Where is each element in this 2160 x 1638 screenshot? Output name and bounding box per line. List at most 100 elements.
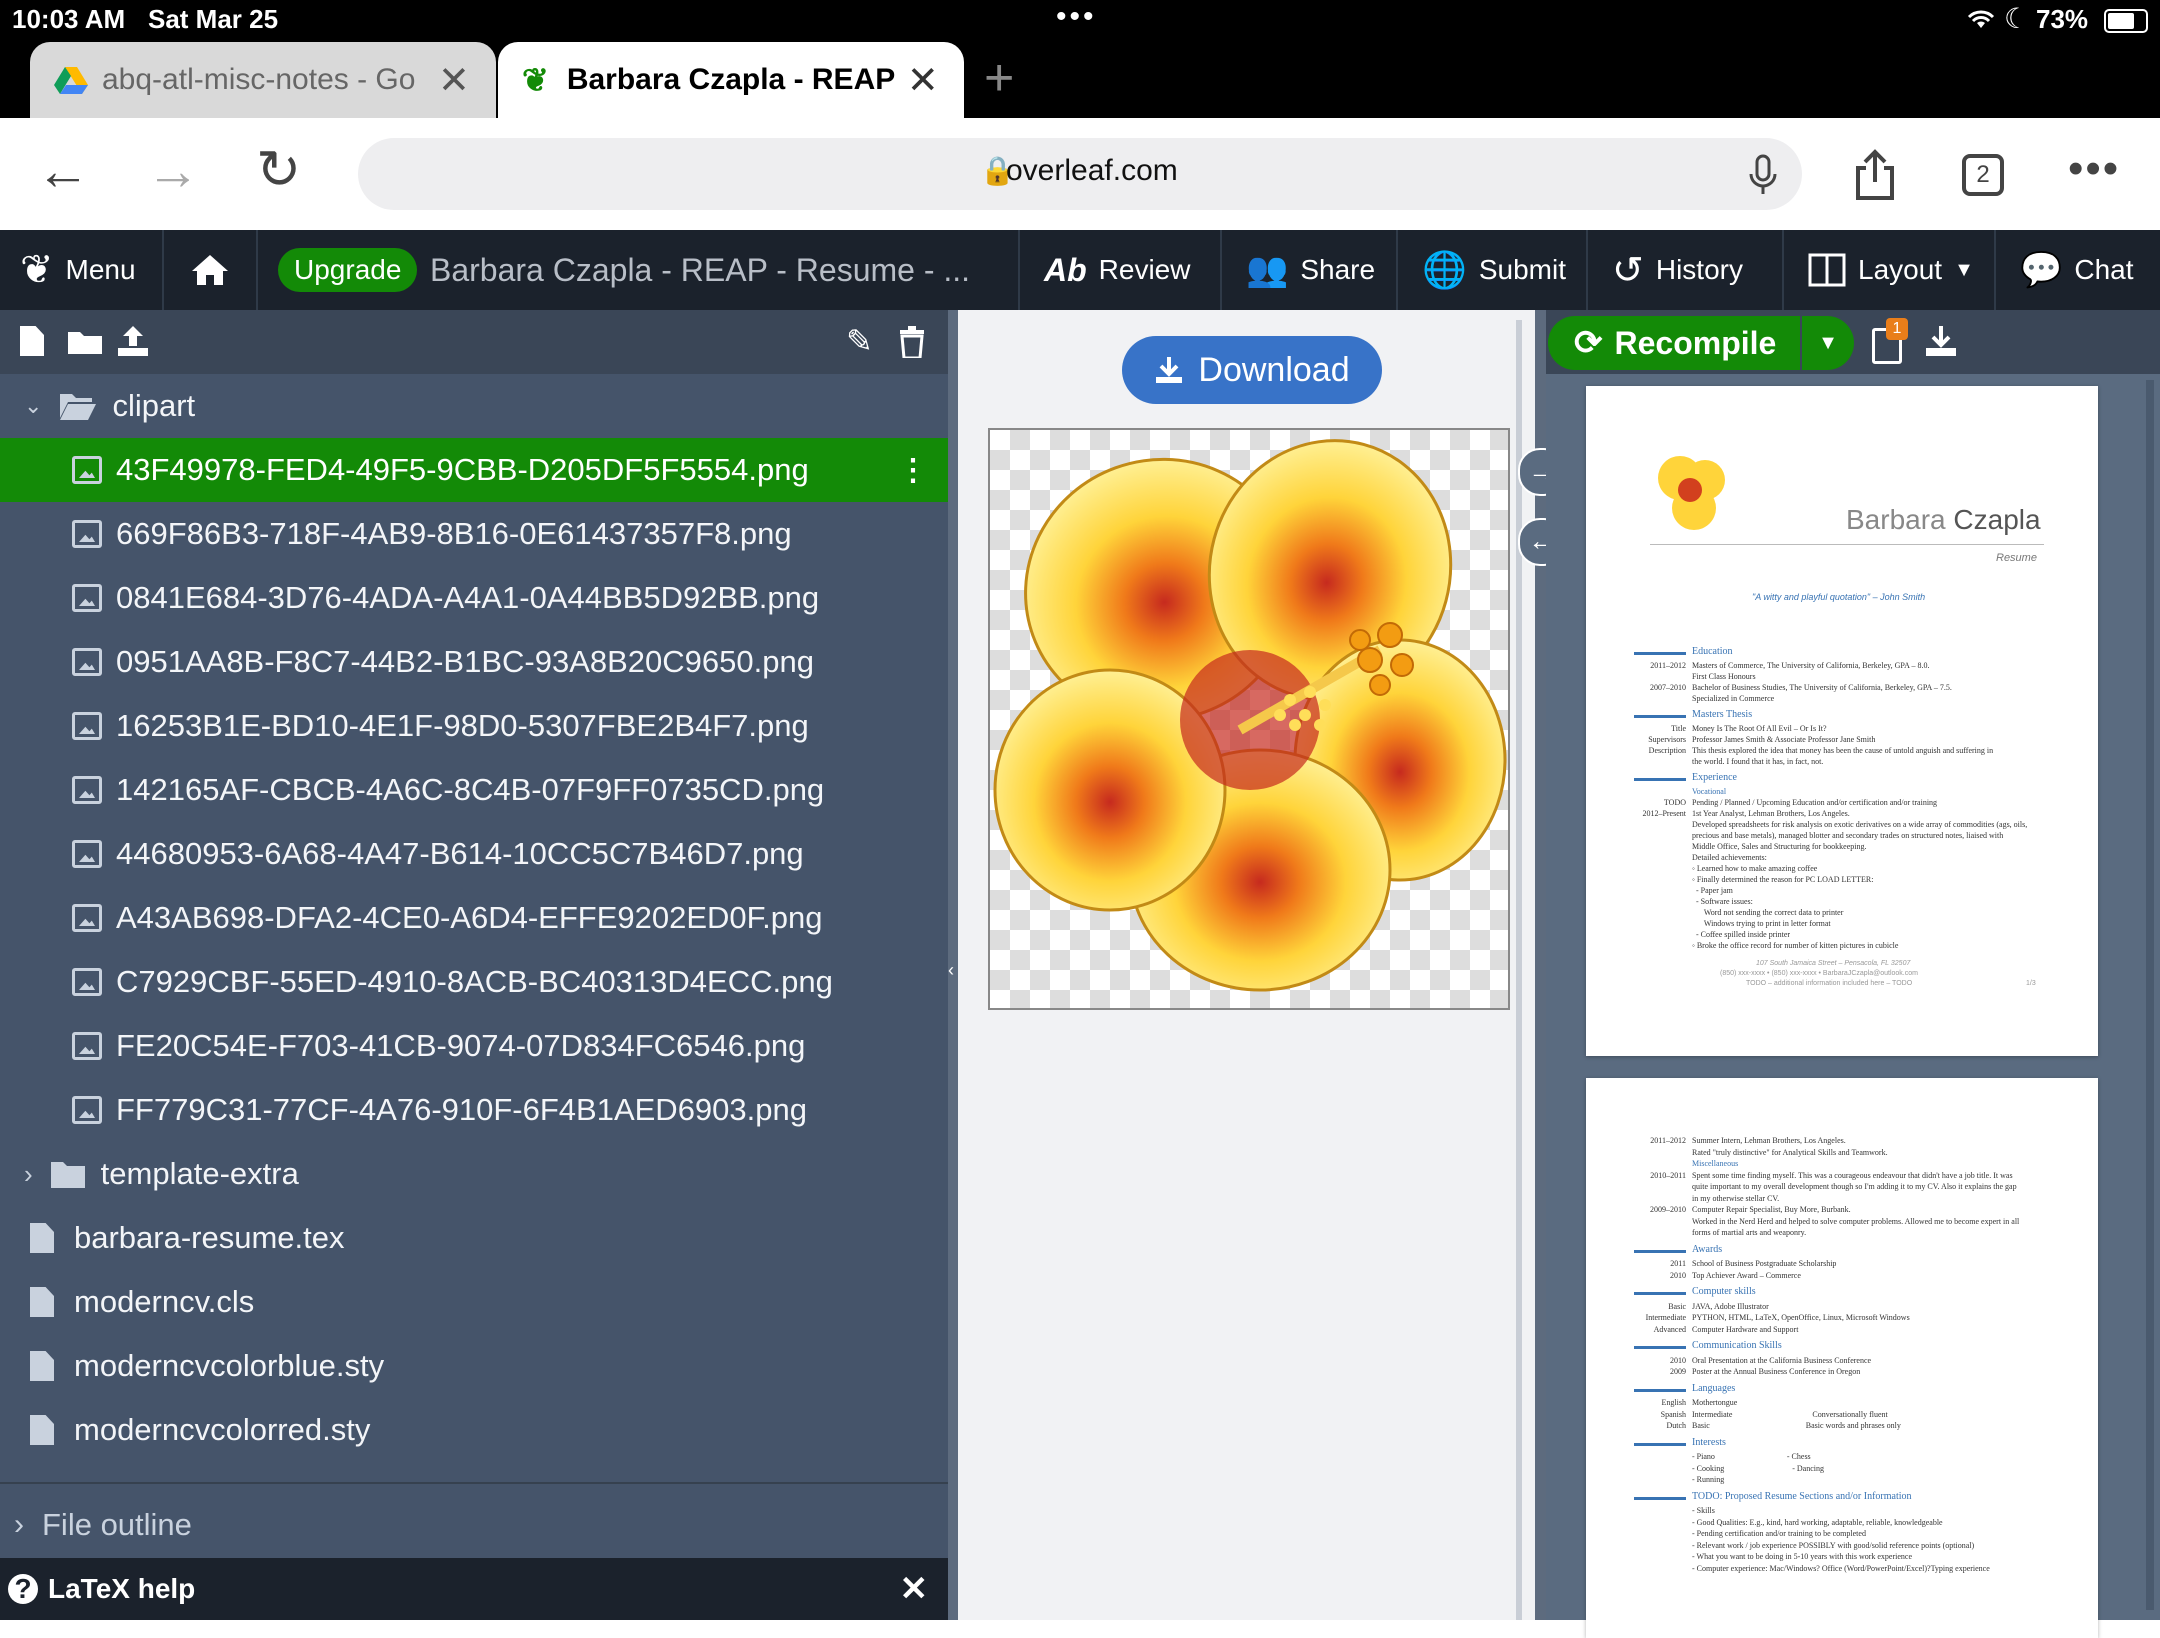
history-icon: ↺ bbox=[1612, 249, 1644, 292]
cv-text: Word not sending the correct data to pri… bbox=[1692, 908, 1844, 917]
download-icon bbox=[1156, 357, 1183, 383]
new-tab-icon[interactable]: + bbox=[984, 48, 1014, 108]
file-item[interactable]: FE20C54E-F703-41CB-9074-07D834FC6546.png bbox=[0, 1014, 948, 1078]
cv-text: Mothertongue bbox=[1692, 1398, 1738, 1407]
file-item[interactable]: moderncvcolorred.sty bbox=[0, 1398, 948, 1462]
close-icon[interactable]: ✕ bbox=[900, 1569, 929, 1609]
image-file-icon bbox=[72, 904, 102, 932]
cv-section-rule bbox=[1634, 1388, 1686, 1392]
tab-google-drive[interactable]: abq-atl-misc-notes - Go ✕ bbox=[30, 42, 496, 118]
cv-date: Description bbox=[1648, 746, 1686, 755]
image-file-icon bbox=[72, 712, 102, 740]
cv-text: Professor James Smith & Associate Profes… bbox=[1692, 735, 1876, 744]
home-button[interactable] bbox=[190, 230, 230, 310]
more-icon[interactable]: ••• bbox=[2068, 144, 2120, 194]
preview-scrollbar[interactable] bbox=[1516, 320, 1522, 1620]
new-file-icon[interactable] bbox=[20, 326, 44, 356]
address-toolbar: ← → ↻ 🔒 overleaf.com 2 ••• bbox=[0, 118, 2160, 230]
new-folder-icon[interactable] bbox=[68, 328, 102, 354]
chat-button[interactable]: 💬 Chat bbox=[2020, 230, 2134, 310]
rename-pencil-icon[interactable]: ✎ bbox=[846, 322, 873, 360]
cv-text: This thesis explored the idea that money… bbox=[1692, 746, 1994, 755]
image-file-icon bbox=[72, 968, 102, 996]
globe-icon: 🌐 bbox=[1422, 249, 1467, 290]
file-item[interactable]: C7929CBF-55ED-4910-8ACB-BC40313D4ECC.png bbox=[0, 950, 948, 1014]
overleaf-icon: ❦ bbox=[522, 62, 549, 98]
pdf-page-2: 2011–2012 Summer Intern, Lehman Brothers,… bbox=[1586, 1078, 2098, 1638]
outline-divider[interactable] bbox=[0, 1482, 948, 1484]
download-button[interactable]: Download bbox=[1122, 336, 1382, 404]
menu-button[interactable]: ❦ Menu bbox=[20, 230, 136, 310]
cv-section-heading: Awards bbox=[1692, 1243, 1723, 1255]
pdf-scrollbar[interactable] bbox=[2146, 380, 2154, 1610]
reload-icon[interactable]: ↻ bbox=[256, 138, 301, 201]
file-item[interactable]: barbara-resume.tex bbox=[0, 1206, 948, 1270]
cv-text: ◦ Learned how to make amazing coffee bbox=[1692, 864, 1818, 873]
cv-section-heading: Masters Thesis bbox=[1692, 709, 1753, 720]
cv-date: 2011 bbox=[1670, 1259, 1686, 1268]
file-item[interactable]: 16253B1E-BD10-4E1F-98D0-5307FBE2B4F7.png bbox=[0, 694, 948, 758]
file-item[interactable]: 669F86B3-718F-4AB9-8B16-0E61437357F8.png bbox=[0, 502, 948, 566]
refresh-icon: ⟳ bbox=[1574, 324, 1603, 362]
cv-text: Windows trying to print in letter format bbox=[1692, 919, 1831, 928]
file-item[interactable]: 0841E684-3D76-4ADA-A4A1-0A44BB5D92BB.png bbox=[0, 566, 948, 630]
recompile-options-button[interactable]: ▼ bbox=[1802, 316, 1854, 370]
folder-template-extra[interactable]: › template-extra bbox=[0, 1142, 948, 1206]
file-item[interactable]: A43AB698-DFA2-4CE0-A6D4-EFFE9202ED0F.png bbox=[0, 886, 948, 950]
file-icon bbox=[30, 1415, 54, 1445]
file-label: moderncvcolorblue.sty bbox=[74, 1348, 385, 1383]
file-outline-toggle[interactable]: › File outline bbox=[0, 1494, 948, 1556]
kebab-menu-icon[interactable]: ⋮ bbox=[898, 453, 928, 488]
recompile-button[interactable]: ⟳ Recompile bbox=[1548, 316, 1800, 370]
upload-icon[interactable] bbox=[116, 324, 150, 358]
file-item[interactable]: 0951AA8B-F8C7-44B2-B1BC-93A8B20C9650.png bbox=[0, 630, 948, 694]
file-item[interactable]: moderncv.cls bbox=[0, 1270, 948, 1334]
back-icon[interactable]: ← bbox=[36, 140, 90, 202]
panel-splitter[interactable]: ‹ bbox=[948, 310, 958, 1620]
microphone-icon[interactable] bbox=[1748, 154, 1778, 196]
cv-date: TODO bbox=[1663, 798, 1686, 807]
download-pdf-icon[interactable] bbox=[1924, 324, 1958, 358]
latex-help-banner[interactable]: ? LaTeX help ✕ bbox=[0, 1558, 948, 1620]
cv-text: - Pending certification and/or training … bbox=[1692, 1529, 1866, 1538]
share-icon[interactable] bbox=[1852, 148, 1898, 202]
cv-text: Rated "truly distinctive" for Analytical… bbox=[1692, 1147, 1888, 1157]
cv-text: - Relevant work / job experience POSSIBL… bbox=[1692, 1540, 1975, 1550]
browser-tab-bar: abq-atl-misc-notes - Go ✕ ❦ Barbara Czap… bbox=[0, 40, 2160, 118]
tab-count-button[interactable]: 2 bbox=[1962, 154, 2004, 196]
overleaf-toolbar: ❦ Menu Upgrade Barbara Czapla - REAP - R… bbox=[0, 230, 2160, 310]
cv-text: - Software issues: bbox=[1692, 897, 1753, 906]
history-button[interactable]: ↺ History bbox=[1612, 230, 1743, 310]
panel-splitter[interactable] bbox=[1535, 310, 1546, 1620]
battery-percent: 73% bbox=[2036, 4, 2089, 34]
cv-text: Worked in the Nerd Herd and helped to so… bbox=[1692, 1216, 2020, 1226]
collapse-left-icon[interactable]: ‹ bbox=[948, 960, 954, 981]
file-item[interactable]: FF779C31-77CF-4A76-910F-6F4B1AED6903.png bbox=[0, 1078, 948, 1142]
file-item[interactable]: 44680953-6A68-4A47-B614-10CC5C7B46D7.png bbox=[0, 822, 948, 886]
close-tab-icon[interactable]: ✕ bbox=[438, 58, 470, 103]
file-item[interactable]: moderncvcolorblue.sty bbox=[0, 1334, 948, 1398]
users-icon: 👥 bbox=[1246, 251, 1289, 289]
folder-open-icon bbox=[60, 394, 97, 420]
close-tab-icon[interactable]: ✕ bbox=[907, 58, 939, 103]
share-button[interactable]: 👥 Share bbox=[1246, 230, 1375, 310]
upgrade-button[interactable]: Upgrade bbox=[278, 248, 418, 292]
trash-icon[interactable] bbox=[898, 326, 926, 358]
status-date: Sat Mar 25 bbox=[148, 4, 279, 34]
project-title[interactable]: Barbara Czapla - REAP - Resume - ... bbox=[430, 252, 970, 289]
google-drive-icon bbox=[54, 67, 88, 94]
pdf-panel: ⟳ Recompile ▼ 1 Barbara Czapla Resume "A… bbox=[1546, 310, 2160, 1638]
cv-section-heading: Languages bbox=[1692, 1382, 1736, 1394]
folder-clipart[interactable]: ⌄ clipart bbox=[0, 374, 948, 438]
address-field[interactable]: 🔒 overleaf.com bbox=[358, 138, 1802, 210]
file-icon bbox=[30, 1287, 54, 1317]
multitask-dots-icon[interactable]: ••• bbox=[1056, 0, 1097, 34]
file-item[interactable]: 43F49978-FED4-49F5-9CBB-D205DF5F5554.png… bbox=[0, 438, 948, 502]
file-item[interactable]: 142165AF-CBCB-4A6C-8C4B-07F9FF0735CD.png bbox=[0, 758, 948, 822]
hibiscus-image bbox=[988, 428, 1510, 1010]
submit-button[interactable]: 🌐 Submit bbox=[1422, 230, 1566, 310]
review-button[interactable]: Ab Review bbox=[1044, 230, 1190, 310]
layout-button[interactable]: Layout ▼ bbox=[1808, 230, 1974, 310]
forward-icon[interactable]: → bbox=[146, 140, 200, 202]
tab-overleaf[interactable]: ❦ Barbara Czapla - REAP - ✕ bbox=[498, 42, 964, 118]
